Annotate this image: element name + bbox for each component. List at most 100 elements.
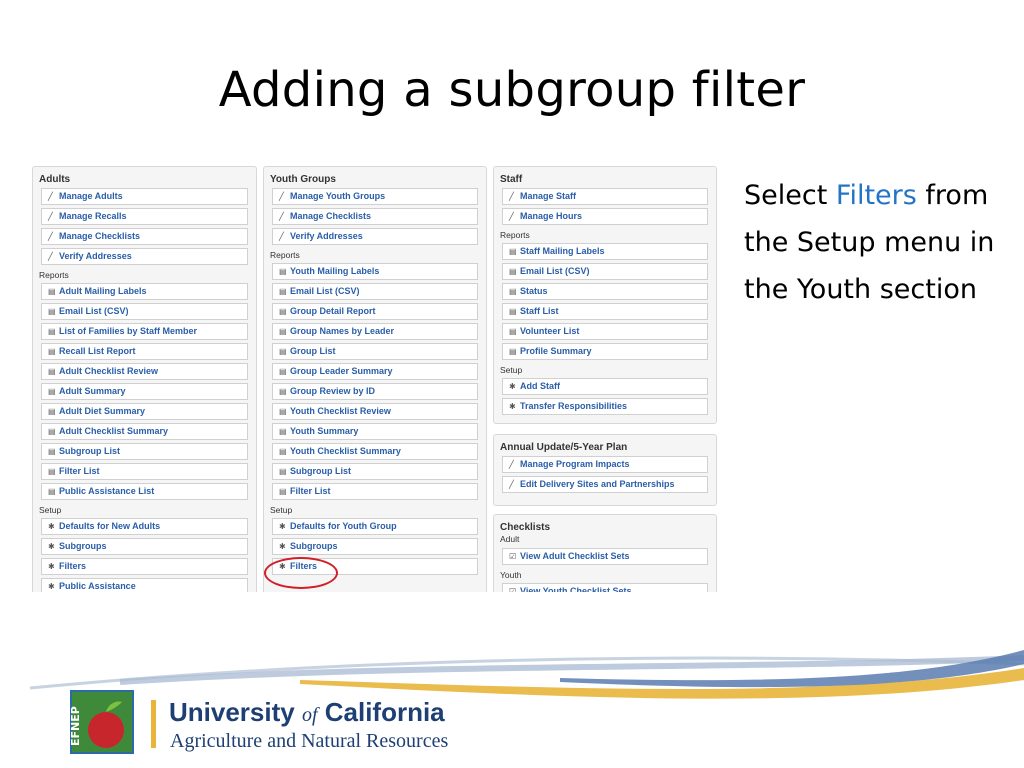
panel-title: Youth Groups bbox=[270, 174, 336, 185]
menu-link-group-detail-report[interactable]: ▤ Group Detail Report bbox=[272, 303, 478, 320]
app-screenshot: Adults ╱ Manage Adults ╱ Manage Recalls ╱ Mana… bbox=[30, 164, 720, 592]
gear-icon: ✱ bbox=[48, 582, 55, 591]
report-icon: ▤ bbox=[509, 247, 517, 256]
menu-link-manage-checklists[interactable]: ╱ Manage Checklists bbox=[41, 228, 248, 245]
menu-link-label: Defaults for Youth Group bbox=[290, 521, 397, 531]
menu-link-manage-youth-groups[interactable]: ╱ Manage Youth Groups bbox=[272, 188, 478, 205]
menu-link-youth-mailing-labels[interactable]: ▤ Youth Mailing Labels bbox=[272, 263, 478, 280]
menu-link-adult-summary[interactable]: ▤ Adult Summary bbox=[41, 383, 248, 400]
gear-icon: ✱ bbox=[509, 402, 516, 411]
menu-link-filter-list[interactable]: ▤ Filter List bbox=[272, 483, 478, 500]
menu-link-email-list-csv[interactable]: ▤ Email List (CSV) bbox=[41, 303, 248, 320]
menu-link-subgroup-list[interactable]: ▤ Subgroup List bbox=[41, 443, 248, 460]
report-icon: ▤ bbox=[279, 287, 287, 296]
menu-link-public-assistance-list[interactable]: ▤ Public Assistance List bbox=[41, 483, 248, 500]
menu-link-youth-checklist-summary[interactable]: ▤ Youth Checklist Summary bbox=[272, 443, 478, 460]
report-icon: ▤ bbox=[279, 367, 287, 376]
panel-title: Adults bbox=[39, 174, 71, 185]
menu-link-label: Manage Program Impacts bbox=[520, 459, 630, 469]
menu-link-view-youth-checklist-sets[interactable]: ☑ View Youth Checklist Sets bbox=[502, 583, 708, 592]
menu-link-youth-checklist-review[interactable]: ▤ Youth Checklist Review bbox=[272, 403, 478, 420]
report-icon: ▤ bbox=[48, 287, 56, 296]
panel-title: Checklists bbox=[500, 522, 551, 533]
menu-link-manage-program-impacts[interactable]: ╱ Manage Program Impacts bbox=[502, 456, 708, 473]
menu-link-label: List of Families by Staff Member bbox=[59, 326, 198, 336]
menu-link-staff-mailing-labels[interactable]: ▤ Staff Mailing Labels bbox=[502, 243, 708, 260]
menu-link-adult-diet-summary[interactable]: ▤ Adult Diet Summary bbox=[41, 403, 248, 420]
menu-link-label: Adult Mailing Labels bbox=[59, 286, 147, 296]
menu-link-manage-adults[interactable]: ╱ Manage Adults bbox=[41, 188, 248, 205]
menu-link-label: Manage Checklists bbox=[59, 231, 141, 241]
menu-link-manage-staff[interactable]: ╱ Manage Staff bbox=[502, 188, 708, 205]
report-icon: ▤ bbox=[48, 347, 56, 356]
menu-link-verify-addresses[interactable]: ╱ Verify Addresses bbox=[41, 248, 248, 265]
menu-link-label: View Youth Checklist Sets bbox=[520, 586, 632, 592]
checkbox-icon: ☑ bbox=[509, 552, 517, 561]
menu-link-adult-mailing-labels[interactable]: ▤ Adult Mailing Labels bbox=[41, 283, 248, 300]
menu-link-youth-summary[interactable]: ▤ Youth Summary bbox=[272, 423, 478, 440]
efnep-logo: EFNEP bbox=[70, 690, 134, 754]
filters-highlight-circle bbox=[264, 557, 338, 589]
menu-link-filter-list[interactable]: ▤ Filter List bbox=[41, 463, 248, 480]
adults-panel: Adults ╱ Manage Adults ╱ Manage Recalls ╱ Mana… bbox=[32, 166, 257, 592]
menu-link-manage-recalls[interactable]: ╱ Manage Recalls bbox=[41, 208, 248, 225]
menu-link-recall-list-report[interactable]: ▤ Recall List Report bbox=[41, 343, 248, 360]
menu-link-label: Staff List bbox=[520, 306, 559, 316]
menu-link-add-staff[interactable]: ✱ Add Staff bbox=[502, 378, 708, 395]
menu-link-group-leader-summary[interactable]: ▤ Group Leader Summary bbox=[272, 363, 478, 380]
instruction-text: Select Filters from the Setup menu in th… bbox=[744, 172, 1014, 313]
menu-link-list-of-families-by-staff-member[interactable]: ▤ List of Families by Staff Member bbox=[41, 323, 248, 340]
menu-link-subgroups[interactable]: ✱ Subgroups bbox=[41, 538, 248, 555]
menu-link-subgroup-list[interactable]: ▤ Subgroup List bbox=[272, 463, 478, 480]
menu-link-staff-list[interactable]: ▤ Staff List bbox=[502, 303, 708, 320]
menu-link-verify-addresses[interactable]: ╱ Verify Addresses bbox=[272, 228, 478, 245]
gear-icon: ✱ bbox=[48, 562, 55, 571]
menu-link-volunteer-list[interactable]: ▤ Volunteer List bbox=[502, 323, 708, 340]
menu-link-label: Public Assistance List bbox=[59, 486, 155, 496]
menu-link-adult-checklist-summary[interactable]: ▤ Adult Checklist Summary bbox=[41, 423, 248, 440]
section-label: Adult bbox=[500, 534, 520, 544]
menu-link-subgroups[interactable]: ✱ Subgroups bbox=[272, 538, 478, 555]
menu-link-label: Email List (CSV) bbox=[59, 306, 129, 316]
staff-panel: Staff ╱ Manage Staff ╱ Manage Hours Reports ▤ S… bbox=[493, 166, 717, 424]
gear-icon: ✱ bbox=[48, 542, 55, 551]
menu-link-defaults-for-new-adults[interactable]: ✱ Defaults for New Adults bbox=[41, 518, 248, 535]
menu-link-group-list[interactable]: ▤ Group List bbox=[272, 343, 478, 360]
menu-link-label: Adult Summary bbox=[59, 386, 126, 396]
menu-link-status[interactable]: ▤ Status bbox=[502, 283, 708, 300]
menu-link-view-adult-checklist-sets[interactable]: ☑ View Adult Checklist Sets bbox=[502, 548, 708, 565]
menu-link-transfer-responsibilities[interactable]: ✱ Transfer Responsibilities bbox=[502, 398, 708, 415]
checklists-panel: Checklists Adult ☑ View Adult Checklist Set… bbox=[493, 514, 717, 592]
menu-link-manage-checklists[interactable]: ╱ Manage Checklists bbox=[272, 208, 478, 225]
menu-link-group-names-by-leader[interactable]: ▤ Group Names by Leader bbox=[272, 323, 478, 340]
menu-link-label: Manage Staff bbox=[520, 191, 577, 201]
menu-link-label: Manage Checklists bbox=[290, 211, 372, 221]
menu-link-public-assistance[interactable]: ✱ Public Assistance bbox=[41, 578, 248, 592]
menu-link-group-review-by-id[interactable]: ▤ Group Review by ID bbox=[272, 383, 478, 400]
report-icon: ▤ bbox=[509, 307, 517, 316]
efnep-logo-text: EFNEP bbox=[70, 706, 82, 746]
menu-link-email-list-csv[interactable]: ▤ Email List (CSV) bbox=[272, 283, 478, 300]
menu-link-label: Add Staff bbox=[520, 381, 560, 391]
menu-link-filters[interactable]: ✱ Filters bbox=[41, 558, 248, 575]
menu-link-edit-delivery-sites-and-partnerships[interactable]: ╱ Edit Delivery Sites and Partnerships bbox=[502, 476, 708, 493]
menu-link-email-list-csv[interactable]: ▤ Email List (CSV) bbox=[502, 263, 708, 280]
report-icon: ▤ bbox=[279, 487, 287, 496]
menu-link-label: Manage Youth Groups bbox=[290, 191, 386, 201]
menu-link-manage-hours[interactable]: ╱ Manage Hours bbox=[502, 208, 708, 225]
panel-title: Annual Update/5-Year Plan bbox=[500, 442, 628, 453]
menu-link-label: Edit Delivery Sites and Partnerships bbox=[520, 479, 675, 489]
report-icon: ▤ bbox=[279, 407, 287, 416]
menu-link-label: Group Review by ID bbox=[290, 386, 376, 396]
menu-link-profile-summary[interactable]: ▤ Profile Summary bbox=[502, 343, 708, 360]
menu-link-defaults-for-youth-group[interactable]: ✱ Defaults for Youth Group bbox=[272, 518, 478, 535]
report-icon: ▤ bbox=[48, 307, 56, 316]
menu-link-label: Filters bbox=[59, 561, 87, 571]
menu-link-label: Youth Mailing Labels bbox=[290, 266, 380, 276]
menu-link-label: Staff Mailing Labels bbox=[520, 246, 605, 256]
section-label: Reports bbox=[500, 230, 530, 240]
menu-link-label: Defaults for New Adults bbox=[59, 521, 161, 531]
brand-divider bbox=[151, 700, 156, 748]
menu-link-adult-checklist-review[interactable]: ▤ Adult Checklist Review bbox=[41, 363, 248, 380]
menu-link-label: Verify Addresses bbox=[290, 231, 363, 241]
